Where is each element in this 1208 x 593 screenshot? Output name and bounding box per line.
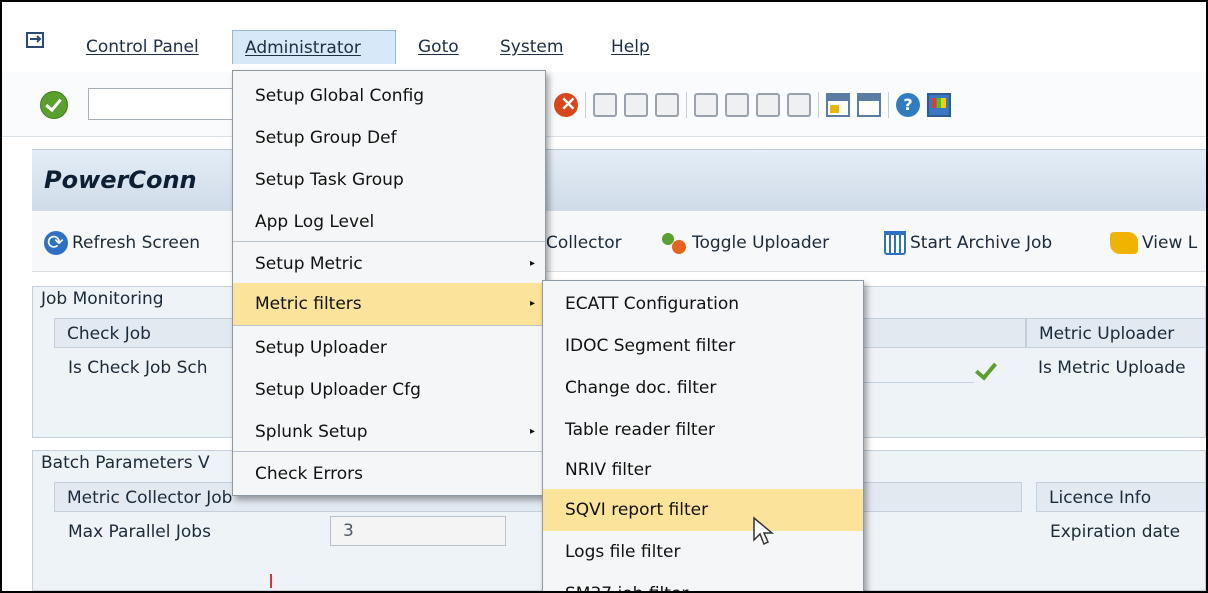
- menu-item-change-doc-filter[interactable]: Change doc. filter: [543, 367, 863, 409]
- menu-item-sqvi-report-filter[interactable]: SQVI report filter: [543, 489, 863, 531]
- metric-uploader-row: Is Metric Uploade: [1038, 358, 1186, 378]
- shortcut-icon[interactable]: [857, 93, 881, 117]
- refresh-label: Refresh Screen: [72, 233, 201, 253]
- help-icon[interactable]: ?: [896, 93, 920, 117]
- toolbar-separator: [585, 92, 586, 118]
- last-page-icon[interactable]: [787, 93, 811, 117]
- menu-item-logs-file-filter[interactable]: Logs file filter: [543, 531, 863, 573]
- menu-item-setup-task-group[interactable]: Setup Task Group: [233, 159, 545, 201]
- menu-item-idoc-segment-filter[interactable]: IDOC Segment filter: [543, 325, 863, 367]
- submenu-arrow-icon: ▸: [529, 258, 535, 269]
- sap-window: Control Panel Administrator Goto System …: [0, 0, 1208, 593]
- standard-toolbar: ?: [2, 72, 1206, 137]
- check-job-row: Is Check Job Sch: [68, 358, 208, 378]
- menu-item-metric-filters[interactable]: Metric filters ▸: [233, 283, 545, 325]
- menu-bar: Control Panel Administrator Goto System …: [2, 2, 1206, 72]
- refresh-screen-button[interactable]: Refresh Screen: [44, 228, 201, 257]
- new-session-icon[interactable]: [826, 93, 850, 117]
- print-icon[interactable]: [593, 93, 617, 117]
- find-icon[interactable]: [624, 93, 648, 117]
- toolbar-icons: ?: [554, 91, 951, 119]
- administrator-menu: Setup Global Config Setup Group Def Setu…: [232, 70, 546, 496]
- menu-item-sm37-job-filter[interactable]: SM37 job filter: [543, 573, 863, 591]
- menu-system[interactable]: System: [488, 30, 575, 64]
- toggle-uploader-button[interactable]: Toggle Uploader: [662, 229, 829, 257]
- view-log-button[interactable]: View L: [1110, 229, 1197, 257]
- max-parallel-field[interactable]: 3: [330, 516, 506, 546]
- first-page-icon[interactable]: [694, 93, 718, 117]
- menu-item-splunk-setup[interactable]: Splunk Setup ▸: [233, 411, 545, 453]
- start-archive-job-button[interactable]: Start Archive Job: [884, 229, 1052, 257]
- row-divider: [862, 382, 974, 383]
- cancel-icon[interactable]: [554, 91, 578, 117]
- menu-item-setup-global-config[interactable]: Setup Global Config: [233, 75, 545, 117]
- menu-item-setup-group-def[interactable]: Setup Group Def: [233, 117, 545, 159]
- max-parallel-label: Max Parallel Jobs: [68, 522, 211, 542]
- toggle-uploader-label: Toggle Uploader: [692, 233, 830, 253]
- application-toolbar: Refresh Screen Collector Toggle Uploader…: [32, 211, 1206, 272]
- batch-parameters-title: Batch Parameters V: [41, 453, 210, 473]
- toolbar-separator: [818, 92, 819, 118]
- enter-check-icon[interactable]: [40, 91, 68, 119]
- scroll-icon: [1110, 232, 1138, 254]
- menu-divider: [233, 451, 545, 452]
- previous-page-icon[interactable]: [725, 93, 749, 117]
- menu-item-table-reader-filter[interactable]: Table reader filter: [543, 409, 863, 451]
- licence-info-header: Licence Info: [1036, 482, 1206, 512]
- mouse-pointer-icon: [753, 516, 775, 546]
- view-label: View L: [1142, 233, 1198, 253]
- expiration-date-label: Expiration date: [1050, 522, 1181, 542]
- collector-button[interactable]: Collector: [546, 229, 622, 257]
- menu-help[interactable]: Help: [599, 30, 662, 64]
- submenu-arrow-icon: ▸: [529, 298, 535, 309]
- toolbar-separator: [686, 92, 687, 118]
- customize-layout-icon[interactable]: [927, 93, 951, 117]
- menu-divider: [233, 241, 545, 242]
- menu-item-setup-uploader-cfg[interactable]: Setup Uploader Cfg: [233, 369, 545, 411]
- job-monitoring-title: Job Monitoring: [41, 289, 164, 309]
- collector-label: Collector: [546, 233, 622, 253]
- start-archive-label: Start Archive Job: [910, 233, 1053, 253]
- submenu-arrow-icon: ▸: [529, 426, 535, 437]
- next-page-icon[interactable]: [756, 93, 780, 117]
- menu-item-nriv-filter[interactable]: NRIV filter: [543, 449, 863, 491]
- toolbar-separator: [888, 92, 889, 118]
- toggle-icon: [662, 231, 688, 255]
- setup-metric-label: Setup Metric: [255, 254, 363, 274]
- required-marker: [270, 574, 272, 588]
- metric-uploader-header: Metric Uploader: [1026, 318, 1206, 348]
- trash-icon: [884, 231, 906, 255]
- menu-item-setup-uploader[interactable]: Setup Uploader: [233, 327, 545, 369]
- menu-item-app-log-level[interactable]: App Log Level: [233, 201, 545, 243]
- metric-filters-label: Metric filters: [255, 294, 362, 314]
- menu-administrator[interactable]: Administrator: [232, 30, 396, 64]
- find-next-icon[interactable]: [655, 93, 679, 117]
- menu-goto[interactable]: Goto: [406, 30, 471, 64]
- metric-filters-submenu: ECATT Configuration IDOC Segment filter …: [542, 280, 864, 591]
- menu-item-setup-metric[interactable]: Setup Metric ▸: [233, 243, 545, 285]
- refresh-icon: [44, 228, 68, 256]
- menu-divider: [233, 325, 545, 326]
- page-title: PowerConn: [44, 166, 197, 194]
- splunk-setup-label: Splunk Setup: [255, 422, 368, 442]
- menu-item-ecatt-configuration[interactable]: ECATT Configuration: [543, 283, 863, 325]
- command-field[interactable]: [88, 88, 240, 120]
- menu-item-check-errors[interactable]: Check Errors: [233, 453, 545, 495]
- menu-control-panel[interactable]: Control Panel: [74, 30, 211, 64]
- exit-menu-icon[interactable]: [26, 32, 44, 48]
- title-bar: PowerConn: [32, 149, 1206, 212]
